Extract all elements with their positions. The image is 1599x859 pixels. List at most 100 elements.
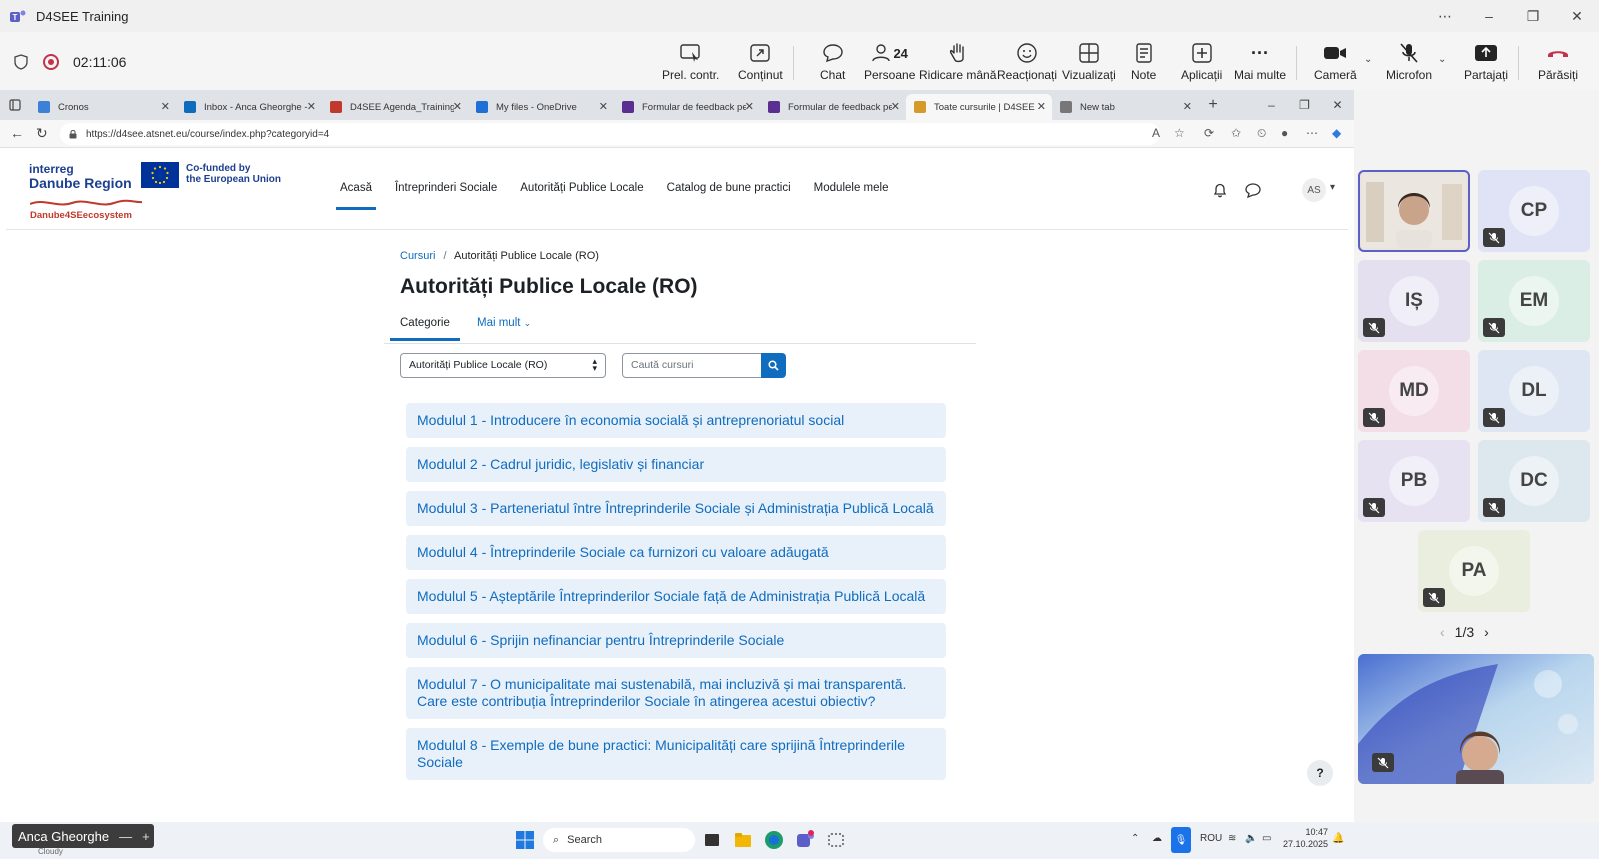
history-icon[interactable]: ⏲ (1257, 126, 1266, 141)
browser-tab[interactable]: My files - OneDrive ✕ (468, 94, 614, 120)
messages-icon[interactable] (1244, 182, 1262, 203)
close-tab-icon[interactable]: ✕ (745, 100, 754, 113)
back-icon[interactable]: ← (10, 125, 24, 141)
nav-autoritati-publice-locale[interactable]: Autorități Publice Locale (516, 182, 647, 204)
more-options-icon[interactable]: ⋯ (1423, 0, 1467, 32)
wifi-icon[interactable]: ≋ (1228, 833, 1236, 844)
tab-mai-mult[interactable]: Mai mult ⌄ (477, 317, 531, 329)
profile-icon[interactable]: ● (1281, 126, 1288, 140)
next-page-icon[interactable]: › (1484, 624, 1489, 640)
nav-modulele-mele[interactable]: Modulele mele (810, 182, 893, 204)
course-link[interactable]: Modulul 4 - Întreprinderile Sociale ca f… (406, 535, 946, 570)
favorites-icon[interactable]: ✩ (1231, 126, 1241, 140)
category-select[interactable]: Autorități Publice Locale (RO) ▴ ▾ (400, 353, 606, 378)
copilot-icon[interactable]: ◆ (1332, 126, 1341, 140)
maximize-button[interactable]: ❐ (1511, 0, 1555, 32)
course-link[interactable]: Modulul 3 - Parteneriatul între Întrepri… (406, 491, 946, 526)
nav-acasa[interactable]: Acasă (336, 182, 376, 210)
close-tab-icon[interactable]: ✕ (891, 100, 900, 113)
nav-catalog-bune-practici[interactable]: Catalog de bune practici (663, 182, 795, 204)
input-language[interactable]: ROU (1200, 833, 1222, 844)
browser-tab[interactable]: Formular de feedback pent ✕ (760, 94, 906, 120)
react-button[interactable]: Reacționați (997, 40, 1057, 86)
camera-button[interactable]: Cameră (1314, 40, 1357, 86)
browser-tab[interactable]: Formular de feedback pent ✕ (614, 94, 760, 120)
more-button[interactable]: ··· Mai multe (1234, 40, 1286, 86)
read-aloud-icon[interactable]: A (1152, 126, 1160, 140)
close-tab-icon[interactable]: ✕ (161, 100, 170, 113)
favorite-star-icon[interactable]: ☆ (1174, 126, 1185, 140)
participant-tile[interactable]: DC (1478, 440, 1590, 522)
course-link[interactable]: Modulul 5 - Așteptările Întreprinderilor… (406, 579, 946, 614)
search-button[interactable] (761, 353, 786, 378)
camera-options-chevron-icon[interactable]: ⌄ (1364, 54, 1372, 65)
tab-categorie[interactable]: Categorie (390, 317, 460, 341)
people-button[interactable]: 24 Persoane (864, 40, 915, 86)
content-button[interactable]: Conținut (738, 40, 783, 86)
expand-presenter-icon[interactable]: + (142, 829, 150, 844)
help-button[interactable]: ? (1307, 760, 1333, 786)
volume-icon[interactable]: 🔈 (1245, 833, 1257, 844)
course-link[interactable]: Modulul 6 - Sprijin nefinanciar pentru Î… (406, 623, 946, 658)
taskbar-clock[interactable]: 10:47 27.10.2025 (1283, 826, 1328, 850)
apps-button[interactable]: Aplicații (1181, 40, 1222, 86)
share-button[interactable]: Partajați (1464, 40, 1508, 86)
course-link[interactable]: Modulul 8 - Exemple de bune practici: Mu… (406, 728, 946, 780)
browser-tab[interactable]: D4SEE Agenda_TrainingOnl✕ (322, 94, 468, 120)
view-button[interactable]: Vizualizați (1062, 40, 1116, 86)
microphone-in-use-icon[interactable]: 🎙 (1171, 827, 1191, 853)
user-avatar[interactable]: AS (1302, 178, 1326, 202)
close-tab-icon[interactable]: ✕ (1037, 100, 1046, 113)
take-control-button[interactable]: Prel. contr. (662, 40, 719, 86)
participant-tile[interactable]: MD (1358, 350, 1470, 432)
close-button[interactable]: ✕ (1555, 0, 1599, 32)
participant-video-self[interactable] (1358, 170, 1470, 252)
new-tab-button[interactable]: + (1198, 96, 1228, 114)
minimize-presenter-icon[interactable]: — (119, 829, 132, 844)
microphone-options-chevron-icon[interactable]: ⌄ (1438, 54, 1446, 65)
battery-icon[interactable]: ▭ (1262, 833, 1271, 844)
participant-tile[interactable]: EM (1478, 260, 1590, 342)
snipping-tool-icon[interactable] (826, 830, 846, 850)
chat-button[interactable]: Chat (820, 40, 845, 86)
participant-video-presenter[interactable] (1358, 654, 1594, 784)
browser-tab[interactable]: Inbox - Anca Gheorghe - O ✕ (176, 94, 322, 120)
breadcrumb-cursuri[interactable]: Cursuri (400, 250, 435, 262)
url-field[interactable]: https://d4see.atsnet.eu/course/index.php… (60, 123, 1160, 145)
interreg-logo[interactable]: interreg Danube Region (29, 162, 132, 190)
browser-minimize-button[interactable]: – (1255, 90, 1288, 120)
user-menu-chevron-icon[interactable]: ▾ (1330, 182, 1335, 193)
browser-menu-icon[interactable]: ⋯ (1306, 126, 1318, 140)
onedrive-icon[interactable]: ☁ (1152, 833, 1162, 844)
teams-app-icon[interactable] (795, 830, 815, 850)
refresh-icon[interactable]: ↻ (36, 125, 48, 142)
windows-start-icon[interactable] (515, 830, 535, 850)
edge-browser-icon[interactable] (764, 830, 784, 850)
browser-close-button[interactable]: ✕ (1321, 90, 1354, 120)
course-link[interactable]: Modulul 7 - O municipalitate mai sustena… (406, 667, 946, 719)
browser-restore-button[interactable]: ❐ (1288, 90, 1321, 120)
participant-tile[interactable]: PB (1358, 440, 1470, 522)
file-explorer-icon[interactable] (733, 830, 753, 850)
participant-tile[interactable]: DL (1478, 350, 1590, 432)
close-tab-icon[interactable]: ✕ (307, 100, 316, 113)
notifications-bell-icon[interactable] (1212, 182, 1228, 203)
leave-button[interactable]: Părăsiți (1538, 40, 1578, 86)
minimize-button[interactable]: – (1467, 0, 1511, 32)
raise-hand-button[interactable]: Ridicare mână (919, 40, 996, 86)
close-tab-icon[interactable]: ✕ (453, 100, 462, 113)
course-search-input[interactable]: Caută cursuri (622, 353, 762, 378)
notes-button[interactable]: Note (1131, 40, 1156, 86)
close-tab-icon[interactable]: ✕ (599, 100, 608, 113)
extensions-icon[interactable]: ⟳ (1204, 126, 1214, 140)
presenter-label[interactable]: Anca Gheorghe — + (12, 824, 154, 848)
participant-tile[interactable]: CP (1478, 170, 1590, 252)
tab-actions-icon[interactable] (0, 90, 30, 120)
nav-intreprinderi-sociale[interactable]: Întreprinderi Sociale (391, 182, 501, 204)
course-link[interactable]: Modulul 1 - Introducere în economia soci… (406, 403, 946, 438)
task-view-icon[interactable] (702, 830, 722, 850)
browser-tab[interactable]: Toate cursurile | D4SEE ✕ (906, 94, 1052, 120)
previous-page-icon[interactable]: ‹ (1440, 624, 1445, 640)
notification-bell-icon[interactable]: 🔔 (1332, 833, 1344, 844)
browser-tab[interactable]: Cronos ✕ (30, 94, 176, 120)
